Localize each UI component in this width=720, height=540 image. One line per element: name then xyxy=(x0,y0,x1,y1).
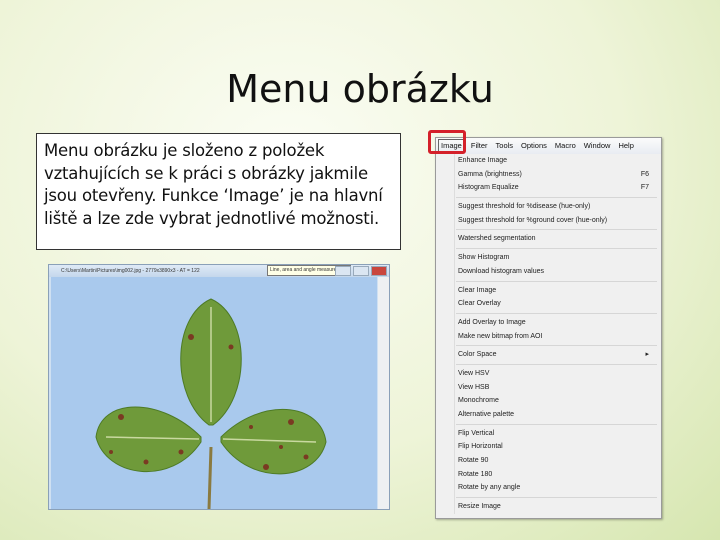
window-titlebar: C:\Users\Martin\Pictures\img002.jpg - 27… xyxy=(49,265,389,277)
menu-item-label: Rotate 180 xyxy=(458,470,493,478)
slide-title: Menu obrázku xyxy=(226,67,494,112)
maximize-button[interactable] xyxy=(353,266,369,276)
menu-item-label: Enhance Image xyxy=(458,157,508,164)
menu-item-label: Rotate 90 xyxy=(458,457,489,465)
menu-item[interactable]: Gamma (brightness) F6 xyxy=(436,168,661,182)
menu-item-label: Resize Image xyxy=(458,503,501,511)
menu-item-label: Add Overlay to Image xyxy=(458,318,526,326)
menu-separator xyxy=(456,423,657,425)
menu-shortcut: F7 xyxy=(640,184,649,192)
menubar-item-macro[interactable]: Macro xyxy=(551,138,580,154)
menu-item[interactable]: Alternative palette xyxy=(436,408,661,422)
menu-item[interactable]: Flip Vertical xyxy=(436,427,661,441)
menu-item[interactable]: Show Histogram xyxy=(436,251,661,265)
minimize-button[interactable] xyxy=(335,266,351,276)
menubar-item-window[interactable]: Window xyxy=(580,138,615,154)
menu-item-label: Monochrome xyxy=(458,397,499,405)
menu-separator xyxy=(456,312,657,314)
menu-separator xyxy=(456,248,657,250)
menu-item[interactable]: Monochrome xyxy=(436,394,661,408)
menu-item-label: Watershed segmentation xyxy=(458,235,536,243)
image-menu-screenshot: Image Filter Tools Options Macro Window Help E… xyxy=(435,137,662,519)
menu-item[interactable]: Clear Overlay xyxy=(436,297,661,311)
vertical-scrollbar[interactable] xyxy=(378,277,389,509)
menu-item[interactable]: Flip Horizontal xyxy=(436,440,661,454)
menu-item-label: Download histogram values xyxy=(458,267,544,275)
menubar: Image Filter Tools Options Macro Window Help xyxy=(436,138,661,154)
menu-item[interactable]: Rotate by any angle xyxy=(436,481,661,495)
menu-item[interactable]: Suggest threshold for %ground cover (hue… xyxy=(436,214,661,228)
image-window: C:\Users\Martin\Pictures\img002.jpg - 27… xyxy=(48,264,390,510)
image-menu-highlight xyxy=(428,130,466,154)
menu-item-label: Rotate by any angle xyxy=(458,484,521,492)
menu-item-label: Suggest threshold for %disease (hue-only… xyxy=(458,203,591,211)
menu-separator xyxy=(456,363,657,365)
menu-item[interactable]: Clear Image xyxy=(436,284,661,298)
menu-item-label: Flip Vertical xyxy=(458,429,495,437)
menu-shortcut: F6 xyxy=(640,170,649,178)
menubar-item-filter[interactable]: Filter xyxy=(467,138,492,154)
menu-item-label: Suggest threshold for %ground cover (hue… xyxy=(458,216,608,224)
menu-separator xyxy=(456,280,657,282)
menu-item-label: Color Space xyxy=(458,351,497,359)
menu-item-label: Make new bitmap from AOI xyxy=(458,332,543,340)
menu-item[interactable]: View HSV xyxy=(436,367,661,381)
menu-item-label: View HSV xyxy=(458,369,490,377)
menu-item[interactable]: Add Overlay to Image xyxy=(436,316,661,330)
menu-separator xyxy=(456,229,657,231)
menu-separator xyxy=(456,345,657,347)
image-dropdown-menu: Enhance Image Gamma (brightness) F6 Histogr… xyxy=(436,154,661,514)
menu-item-label: Clear Image xyxy=(458,286,497,294)
menu-separator xyxy=(456,497,657,499)
menu-item-label: View HSB xyxy=(458,383,490,391)
close-button[interactable] xyxy=(371,266,387,276)
menu-item[interactable]: View HSB xyxy=(436,381,661,395)
menu-item[interactable]: Rotate 180 xyxy=(436,468,661,482)
menu-item-label: Show Histogram xyxy=(458,254,510,262)
menu-item[interactable]: Resize Image xyxy=(436,500,661,514)
window-title: C:\Users\Martin\Pictures\img002.jpg - 27… xyxy=(61,268,200,274)
menu-item[interactable]: Color Space ▸ xyxy=(436,348,661,362)
menu-item-label: Alternative palette xyxy=(458,411,515,418)
menu-item[interactable]: Enhance Image xyxy=(436,154,661,168)
menu-item-label: Gamma (brightness) xyxy=(458,170,522,178)
menu-item-label: Clear Overlay xyxy=(458,300,501,308)
menu-item-label: Histogram Equalize xyxy=(458,184,519,192)
menubar-item-tools[interactable]: Tools xyxy=(492,138,518,154)
menu-item[interactable]: Watershed segmentation xyxy=(436,232,661,246)
menu-separator xyxy=(456,197,657,199)
strawberry-leaf-image xyxy=(95,298,327,510)
menu-item-label: Flip Horizontal xyxy=(458,443,503,451)
slide: Menu obrázku Menu obrázku je složeno z p… xyxy=(0,0,720,540)
menu-item[interactable]: Rotate 90 xyxy=(436,454,661,468)
menu-item[interactable]: Download histogram values xyxy=(436,265,661,279)
menu-item[interactable]: Histogram Equalize F7 xyxy=(436,181,661,195)
menubar-item-help[interactable]: Help xyxy=(614,138,637,154)
menu-item[interactable]: Make new bitmap from AOI xyxy=(436,330,661,344)
submenu-arrow-icon: ▸ xyxy=(645,351,649,359)
menu-item[interactable]: Suggest threshold for %disease (hue-only… xyxy=(436,200,661,214)
slide-body-text: Menu obrázku je složeno z položek vztahu… xyxy=(36,133,401,250)
menubar-item-options[interactable]: Options xyxy=(517,138,551,154)
image-canvas[interactable] xyxy=(51,277,377,510)
